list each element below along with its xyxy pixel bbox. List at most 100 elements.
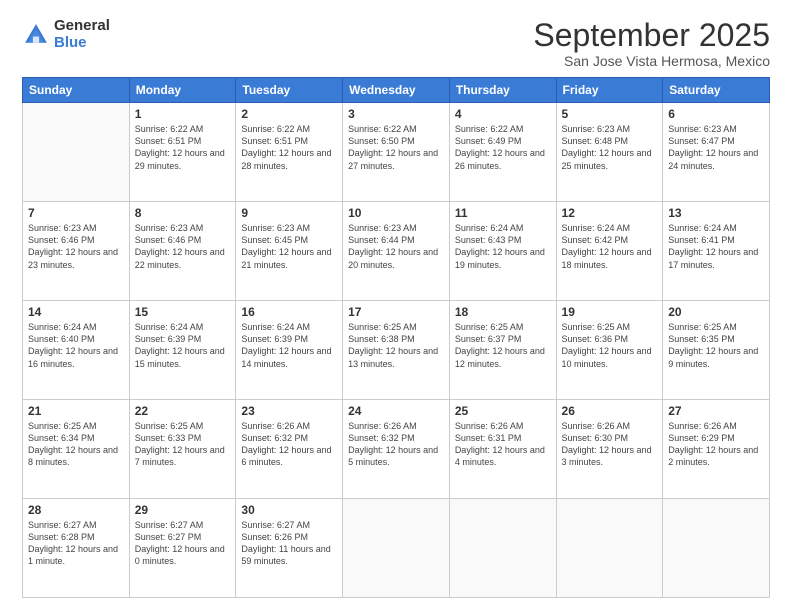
day-info: Sunrise: 6:24 AM Sunset: 6:39 PM Dayligh… [241, 321, 337, 370]
day-info: Sunrise: 6:24 AM Sunset: 6:42 PM Dayligh… [562, 222, 658, 271]
calendar-cell: 16 Sunrise: 6:24 AM Sunset: 6:39 PM Dayli… [236, 301, 343, 400]
calendar-cell [343, 499, 450, 598]
calendar-cell: 2Sunrise: 6:22 AM Sunset: 6:51 PM Daylig… [236, 103, 343, 202]
day-info: Sunrise: 6:27 AM Sunset: 6:26 PM Dayligh… [241, 519, 337, 568]
day-number: 9 [241, 206, 337, 220]
day-number: 25 [455, 404, 551, 418]
day-info: Sunrise: 6:24 AM Sunset: 6:39 PM Dayligh… [135, 321, 231, 370]
calendar-week-2: 7 Sunrise: 6:23 AM Sunset: 6:46 PM Daylig… [23, 202, 770, 301]
day-number: 30 [241, 503, 337, 517]
calendar-cell [449, 499, 556, 598]
location-subtitle: San Jose Vista Hermosa, Mexico [533, 53, 770, 69]
day-number: 8 [135, 206, 231, 220]
logo-general-text: General [54, 18, 110, 35]
day-number: 23 [241, 404, 337, 418]
day-number: 7 [28, 206, 124, 220]
day-info: Sunrise: 6:25 AM Sunset: 6:37 PM Dayligh… [455, 321, 551, 370]
day-number: 29 [135, 503, 231, 517]
day-number: 14 [28, 305, 124, 319]
logo: General Blue [22, 18, 110, 51]
day-number: 10 [348, 206, 444, 220]
col-wednesday: Wednesday [343, 78, 450, 103]
calendar-cell: 22 Sunrise: 6:25 AM Sunset: 6:33 PM Dayli… [129, 400, 236, 499]
col-thursday: Thursday [449, 78, 556, 103]
day-number: 4 [455, 107, 551, 121]
day-info: Sunrise: 6:24 AM Sunset: 6:40 PM Dayligh… [28, 321, 124, 370]
calendar-cell: 20 Sunrise: 6:25 AM Sunset: 6:35 PM Dayli… [663, 301, 770, 400]
day-number: 3 [348, 107, 444, 121]
calendar-cell: 9 Sunrise: 6:23 AM Sunset: 6:45 PM Daylig… [236, 202, 343, 301]
col-tuesday: Tuesday [236, 78, 343, 103]
day-info: Sunrise: 6:25 AM Sunset: 6:38 PM Dayligh… [348, 321, 444, 370]
col-monday: Monday [129, 78, 236, 103]
day-info: Sunrise: 6:27 AM Sunset: 6:28 PM Dayligh… [28, 519, 124, 568]
day-number: 24 [348, 404, 444, 418]
calendar-table: Sunday Monday Tuesday Wednesday Thursday… [22, 77, 770, 598]
day-number: 22 [135, 404, 231, 418]
day-info: Sunrise: 6:23 AM Sunset: 6:45 PM Dayligh… [241, 222, 337, 271]
calendar-cell: 8Sunrise: 6:23 AM Sunset: 6:46 PM Daylig… [129, 202, 236, 301]
calendar-cell: 15 Sunrise: 6:24 AM Sunset: 6:39 PM Dayli… [129, 301, 236, 400]
calendar-cell [23, 103, 130, 202]
day-info: Sunrise: 6:26 AM Sunset: 6:30 PM Dayligh… [562, 420, 658, 469]
day-info: Sunrise: 6:24 AM Sunset: 6:41 PM Dayligh… [668, 222, 764, 271]
calendar-cell: 24 Sunrise: 6:26 AM Sunset: 6:32 PM Dayli… [343, 400, 450, 499]
calendar-cell [663, 499, 770, 598]
day-number: 16 [241, 305, 337, 319]
header: General Blue September 2025 San Jose Vis… [22, 18, 770, 69]
day-number: 6 [668, 107, 764, 121]
calendar-header: Sunday Monday Tuesday Wednesday Thursday… [23, 78, 770, 103]
calendar-cell: 6 Sunrise: 6:23 AM Sunset: 6:47 PM Daylig… [663, 103, 770, 202]
day-info: Sunrise: 6:25 AM Sunset: 6:33 PM Dayligh… [135, 420, 231, 469]
logo-text: General Blue [54, 18, 110, 51]
calendar-cell: 14 Sunrise: 6:24 AM Sunset: 6:40 PM Dayli… [23, 301, 130, 400]
day-number: 26 [562, 404, 658, 418]
calendar-body: 1 Sunrise: 6:22 AM Sunset: 6:51 PM Daylig… [23, 103, 770, 598]
day-number: 17 [348, 305, 444, 319]
day-info: Sunrise: 6:23 AM Sunset: 6:46 PM Dayligh… [28, 222, 124, 271]
day-info: Sunrise: 6:22 AM Sunset: 6:50 PM Dayligh… [348, 123, 444, 172]
day-number: 15 [135, 305, 231, 319]
page: General Blue September 2025 San Jose Vis… [0, 0, 792, 612]
calendar-cell: 5Sunrise: 6:23 AM Sunset: 6:48 PM Daylig… [556, 103, 663, 202]
calendar-cell: 28 Sunrise: 6:27 AM Sunset: 6:28 PM Dayli… [23, 499, 130, 598]
calendar-week-1: 1 Sunrise: 6:22 AM Sunset: 6:51 PM Daylig… [23, 103, 770, 202]
day-number: 12 [562, 206, 658, 220]
day-info: Sunrise: 6:26 AM Sunset: 6:32 PM Dayligh… [348, 420, 444, 469]
calendar-cell: 26 Sunrise: 6:26 AM Sunset: 6:30 PM Dayli… [556, 400, 663, 499]
calendar-cell: 27Sunrise: 6:26 AM Sunset: 6:29 PM Dayli… [663, 400, 770, 499]
title-block: September 2025 San Jose Vista Hermosa, M… [533, 18, 770, 69]
day-info: Sunrise: 6:22 AM Sunset: 6:49 PM Dayligh… [455, 123, 551, 172]
day-number: 28 [28, 503, 124, 517]
day-info: Sunrise: 6:26 AM Sunset: 6:31 PM Dayligh… [455, 420, 551, 469]
day-info: Sunrise: 6:25 AM Sunset: 6:36 PM Dayligh… [562, 321, 658, 370]
day-info: Sunrise: 6:26 AM Sunset: 6:32 PM Dayligh… [241, 420, 337, 469]
calendar-week-4: 21Sunrise: 6:25 AM Sunset: 6:34 PM Dayli… [23, 400, 770, 499]
day-info: Sunrise: 6:23 AM Sunset: 6:44 PM Dayligh… [348, 222, 444, 271]
day-info: Sunrise: 6:24 AM Sunset: 6:43 PM Dayligh… [455, 222, 551, 271]
calendar-cell: 23 Sunrise: 6:26 AM Sunset: 6:32 PM Dayli… [236, 400, 343, 499]
calendar-cell: 29Sunrise: 6:27 AM Sunset: 6:27 PM Dayli… [129, 499, 236, 598]
calendar-cell: 18 Sunrise: 6:25 AM Sunset: 6:37 PM Dayli… [449, 301, 556, 400]
calendar-cell: 30 Sunrise: 6:27 AM Sunset: 6:26 PM Dayli… [236, 499, 343, 598]
calendar-cell: 17 Sunrise: 6:25 AM Sunset: 6:38 PM Dayli… [343, 301, 450, 400]
day-number: 20 [668, 305, 764, 319]
day-number: 5 [562, 107, 658, 121]
day-info: Sunrise: 6:25 AM Sunset: 6:34 PM Dayligh… [28, 420, 124, 469]
day-number: 1 [135, 107, 231, 121]
day-info: Sunrise: 6:22 AM Sunset: 6:51 PM Dayligh… [135, 123, 231, 172]
day-info: Sunrise: 6:23 AM Sunset: 6:47 PM Dayligh… [668, 123, 764, 172]
calendar-cell: 7 Sunrise: 6:23 AM Sunset: 6:46 PM Daylig… [23, 202, 130, 301]
day-number: 27 [668, 404, 764, 418]
day-number: 18 [455, 305, 551, 319]
day-number: 19 [562, 305, 658, 319]
logo-icon [22, 21, 50, 49]
calendar-cell: 19 Sunrise: 6:25 AM Sunset: 6:36 PM Dayli… [556, 301, 663, 400]
day-number: 2 [241, 107, 337, 121]
calendar-week-5: 28 Sunrise: 6:27 AM Sunset: 6:28 PM Dayli… [23, 499, 770, 598]
calendar-cell: 1 Sunrise: 6:22 AM Sunset: 6:51 PM Daylig… [129, 103, 236, 202]
col-friday: Friday [556, 78, 663, 103]
header-row: Sunday Monday Tuesday Wednesday Thursday… [23, 78, 770, 103]
day-info: Sunrise: 6:25 AM Sunset: 6:35 PM Dayligh… [668, 321, 764, 370]
col-saturday: Saturday [663, 78, 770, 103]
